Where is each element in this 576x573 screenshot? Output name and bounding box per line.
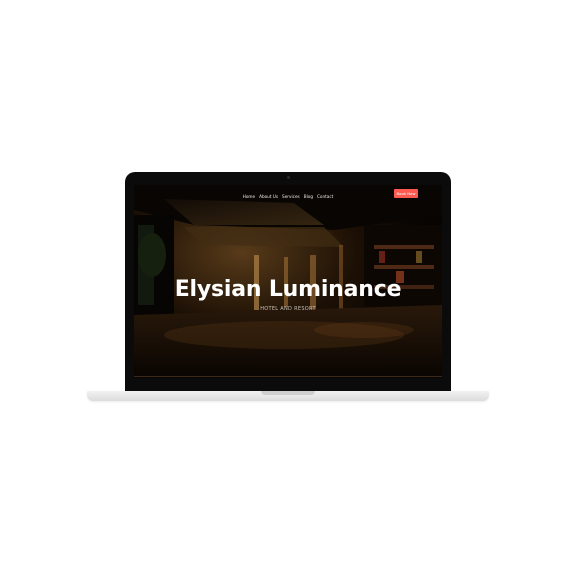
book-now-button[interactable]: Book Now — [394, 189, 418, 198]
hero-subtitle: HOTEL AND RESORT — [260, 306, 316, 312]
nav-home[interactable]: Home — [243, 194, 255, 199]
hero-title: Elysian Luminance — [174, 277, 402, 302]
laptop-base — [87, 391, 489, 401]
laptop-screen: Home About Us Services Blog Contact Book… — [134, 185, 442, 378]
base-notch — [261, 391, 315, 395]
laptop-lid: Home About Us Services Blog Contact Book… — [125, 172, 451, 392]
mockup-stage: Home About Us Services Blog Contact Book… — [0, 0, 576, 573]
camera-dot — [287, 176, 290, 179]
nav-about-us[interactable]: About Us — [259, 194, 278, 199]
nav-services[interactable]: Services — [282, 194, 300, 199]
nav-contact[interactable]: Contact — [317, 194, 333, 199]
screen-divider — [134, 376, 442, 377]
nav-blog[interactable]: Blog — [304, 194, 313, 199]
